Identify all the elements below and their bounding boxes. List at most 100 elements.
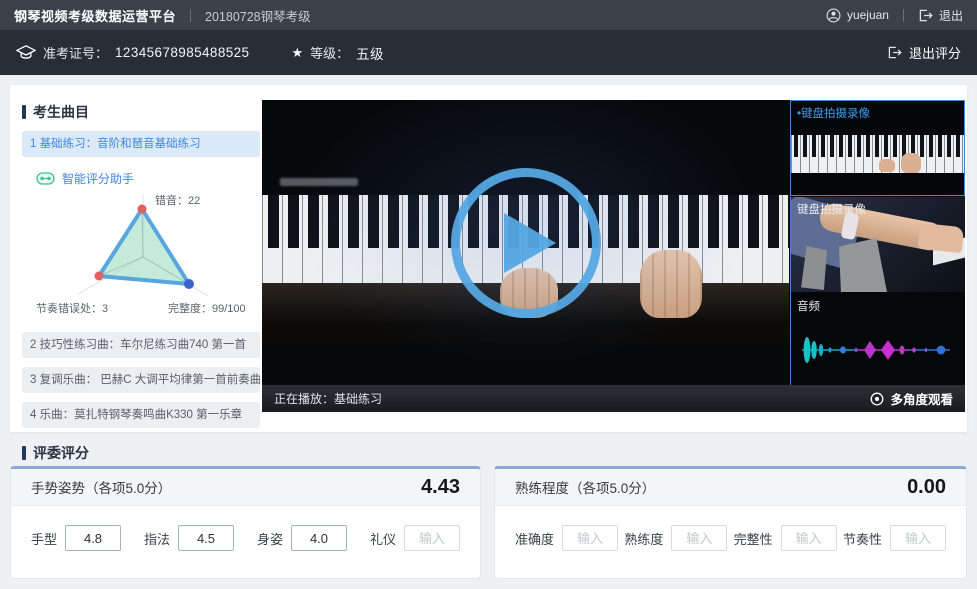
side-hand <box>918 223 964 253</box>
app-title: 钢琴视频考级数据运营平台 <box>14 6 176 25</box>
user-menu[interactable]: yuejuan <box>826 8 889 23</box>
score-field: 节奏性 <box>843 525 946 551</box>
user-icon <box>826 8 841 23</box>
judge-section-title: 评委评分 <box>22 443 89 463</box>
player-status-bar: 正在播放：基础练习 多角度观看 <box>262 385 965 412</box>
score-field: 准确度 <box>515 525 618 551</box>
smart-scoring-assistant[interactable]: 智能评分助手 <box>36 170 260 187</box>
playlist-title-text: 考生曲目 <box>33 102 89 122</box>
score-input[interactable] <box>562 525 618 551</box>
card-fields-1: 准确度 熟练度 完整性 节奏性 <box>495 506 966 551</box>
judge-title-text: 评委评分 <box>33 443 89 463</box>
playlist: 考生曲目 1 基础练习：音阶和琶音基础练习 智能评分助手 <box>22 102 260 428</box>
graduation-cap-icon <box>16 44 36 61</box>
field-label: 完整性 <box>734 529 773 548</box>
score-input[interactable] <box>65 525 121 551</box>
star-icon: ★ <box>291 45 303 61</box>
mini-hand <box>901 153 921 173</box>
playlist-section-title: 考生曲目 <box>22 102 260 122</box>
exit-scoring-label: 退出评分 <box>909 43 961 62</box>
field-label: 身姿 <box>257 529 283 548</box>
score-field: 完整性 <box>734 525 837 551</box>
camera-keyboard-top[interactable]: •键盘拍摄录像 <box>790 100 965 196</box>
now-playing-text: 正在播放：基础练习 <box>274 390 382 407</box>
mini-keyboard <box>791 135 964 173</box>
playlist-item[interactable]: 2 技巧性练习曲：车尔尼练习曲740 第一首 <box>22 332 260 358</box>
score-field: 身姿 <box>257 525 347 551</box>
multi-angle-label: 多角度观看 <box>890 389 953 408</box>
radar-label-wrong-notes: 错音：22 <box>155 193 200 207</box>
radar-label-completeness: 完整度：99/100 <box>168 301 246 315</box>
title-accent-bar <box>22 105 26 119</box>
piano-grading-app: { "topbar": { "title": "钢琴视频考级数据运营平台", "… <box>0 0 977 589</box>
score-input[interactable] <box>781 525 837 551</box>
playlist-rest: 2 技巧性练习曲：车尔尼练习曲740 第一首 3 复调乐曲： 巴赫C 大调平均律第… <box>22 332 260 428</box>
logout-label: 退出 <box>939 7 963 24</box>
score-field: 指法 <box>144 525 234 551</box>
play-button[interactable] <box>451 168 601 318</box>
score-field: 熟练度 <box>624 525 727 551</box>
radar-dot-rhythm-errors <box>95 272 104 281</box>
radar-chart: 错音：22 节奏错误处：3 完整度：99/100 <box>22 190 260 323</box>
score-input[interactable] <box>890 525 946 551</box>
audio-label: 音频 <box>797 298 820 314</box>
level-value: 五级 <box>356 43 384 63</box>
radar-label-rhythm-errors: 节奏错误处：3 <box>36 301 108 315</box>
exit-scoring-icon <box>887 46 902 59</box>
assistant-label: 智能评分助手 <box>62 170 134 187</box>
audio-panel[interactable]: 音频 <box>790 292 965 385</box>
session-name: 20180728钢琴考级 <box>205 6 311 25</box>
divider <box>190 9 191 22</box>
radar-dot-completeness <box>184 279 194 289</box>
field-label: 礼仪 <box>370 529 396 548</box>
username: yuejuan <box>847 8 889 22</box>
top-navbar: 钢琴视频考级数据运营平台 20180728钢琴考级 yuejuan 退出 <box>0 0 977 30</box>
camera-keyboard-side[interactable]: 键盘拍摄录像 <box>790 197 965 292</box>
playlist-item-selected[interactable]: 1 基础练习：音阶和琶音基础练习 <box>22 131 260 157</box>
angle-column: •键盘拍摄录像 键盘拍摄录像 音频 <box>790 100 965 385</box>
field-label: 指法 <box>144 529 170 548</box>
video-region: •键盘拍摄录像 键盘拍摄录像 音频 <box>262 100 965 412</box>
exam-panel: 考生曲目 1 基础练习：音阶和琶音基础练习 智能评分助手 <box>10 85 967 432</box>
card-fields-0: 手型 指法 身姿 礼仪 <box>11 506 480 551</box>
field-label: 节奏性 <box>843 529 882 548</box>
ticket-label: 准考证号： <box>43 43 108 62</box>
assistant-icon <box>36 172 55 185</box>
field-label: 准确度 <box>515 529 554 548</box>
field-label: 手型 <box>31 529 57 548</box>
score-field: 礼仪 <box>370 525 460 551</box>
card-score: 0.00 <box>907 476 946 499</box>
playlist-item[interactable]: 3 复调乐曲： 巴赫C 大调平均律第一首前奏曲 <box>22 367 260 393</box>
score-card-gesture: 手势姿势（各项5.0分） 4.43 手型 指法 身姿 礼仪 <box>10 466 481 579</box>
score-field: 手型 <box>31 525 121 551</box>
field-label: 熟练度 <box>624 529 663 548</box>
audio-waveform <box>798 328 960 372</box>
card-title: 手势姿势（各项5.0分） <box>31 477 171 497</box>
logout-icon <box>918 9 933 22</box>
score-input[interactable] <box>291 525 347 551</box>
card-header: 手势姿势（各项5.0分） 4.43 <box>11 469 480 506</box>
camera2-label: 键盘拍摄录像 <box>797 201 866 217</box>
card-title: 熟练程度（各项5.0分） <box>515 477 655 497</box>
divider <box>903 9 904 22</box>
multi-angle-button[interactable]: 多角度观看 <box>870 389 953 408</box>
playlist-item[interactable]: 4 乐曲：莫扎特钢琴奏鸣曲K330 第一乐章 <box>22 402 260 428</box>
logout-button[interactable]: 退出 <box>918 7 963 24</box>
ticket-group: 准考证号： 12345678985488525 <box>16 43 249 62</box>
exam-info-bar: 准考证号： 12345678985488525 ★ 等级： 五级 退出评分 <box>0 30 977 75</box>
eye-icon <box>870 392 884 406</box>
level-label: 等级： <box>310 43 349 62</box>
camera1-label: •键盘拍摄录像 <box>797 105 870 121</box>
score-input[interactable] <box>671 525 727 551</box>
play-icon <box>504 213 556 273</box>
card-score: 4.43 <box>421 476 460 499</box>
title-accent-bar <box>22 446 26 460</box>
score-input[interactable] <box>404 525 460 551</box>
ticket-number: 12345678985488525 <box>115 45 249 60</box>
score-input[interactable] <box>178 525 234 551</box>
score-card-proficiency: 熟练程度（各项5.0分） 0.00 准确度 熟练度 完整性 节奏性 <box>494 466 967 579</box>
level-group: ★ 等级： 五级 <box>291 43 383 63</box>
mini-hand <box>879 159 895 172</box>
main-video[interactable] <box>262 100 789 385</box>
exit-scoring-button[interactable]: 退出评分 <box>887 43 961 62</box>
